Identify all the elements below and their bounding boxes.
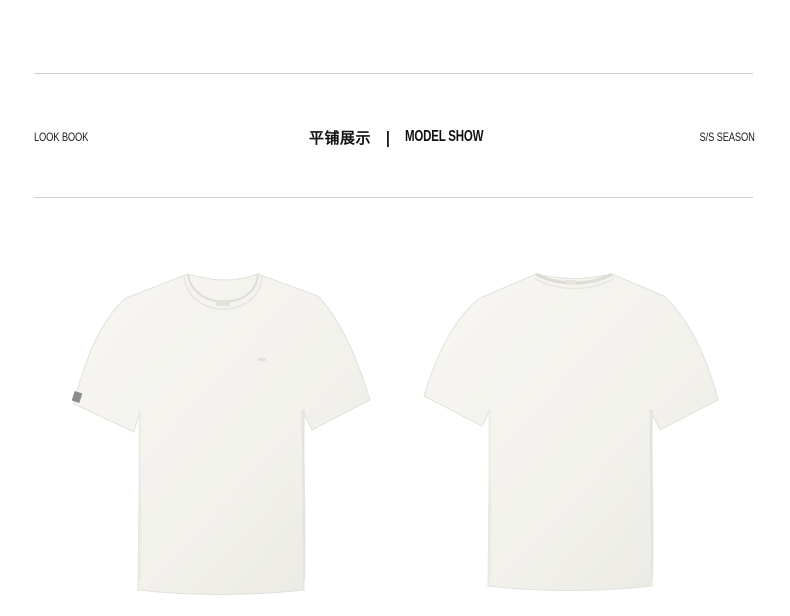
- season-label: S/S SEASON: [699, 130, 755, 144]
- tshirt-back-image: [418, 260, 728, 601]
- top-divider: [34, 73, 753, 74]
- lookbook-label: LOOK BOOK: [34, 130, 89, 144]
- section-title: 平铺展示 | MODEL SHOW: [309, 124, 514, 150]
- tshirt-front-image: [66, 260, 376, 601]
- section-title-en: MODEL SHOW: [404, 128, 484, 145]
- section-title-cn: 平铺展示: [309, 128, 372, 147]
- section-header: LOOK BOOK 平铺展示 | MODEL SHOW S/S SEASON: [0, 124, 790, 150]
- title-separator: |: [385, 127, 391, 147]
- bottom-divider: [34, 197, 753, 198]
